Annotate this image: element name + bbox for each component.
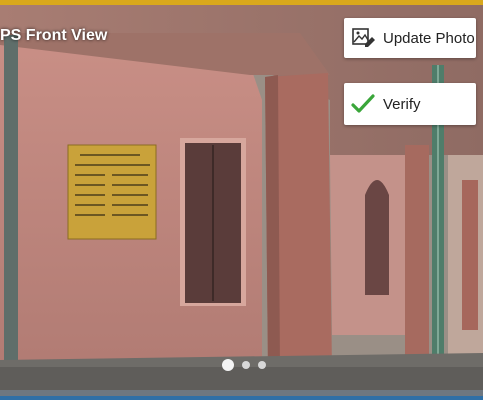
verify-button[interactable]: Verify	[344, 83, 476, 125]
check-icon	[350, 91, 376, 117]
verify-label: Verify	[383, 95, 421, 113]
image-edit-icon	[350, 25, 376, 51]
carousel-dot-active[interactable]	[222, 359, 234, 371]
carousel-dot[interactable]	[242, 361, 250, 369]
carousel-dot[interactable]	[258, 361, 266, 369]
bottom-accent-line	[0, 396, 483, 400]
update-photo-button[interactable]: Update Photo	[344, 18, 476, 58]
building-photo[interactable]: PS Front View	[0, 5, 483, 390]
building-photo-image	[0, 5, 483, 390]
update-photo-label: Update Photo	[383, 29, 475, 47]
carousel-indicator	[222, 359, 266, 371]
photo-title: PS Front View	[0, 27, 108, 44]
